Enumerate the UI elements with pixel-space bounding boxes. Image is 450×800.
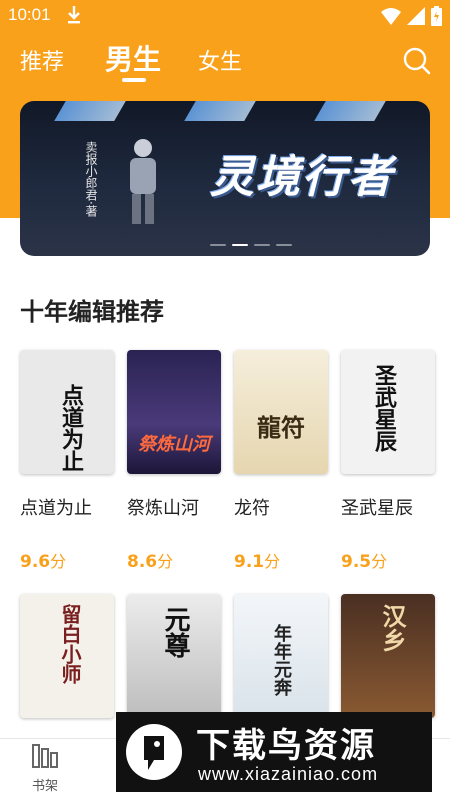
book-cover: 年年元奔 (234, 594, 328, 718)
watermark-url: www.xiazainiao.com (198, 764, 379, 784)
banner-author: 卖报小郎君·著 (84, 141, 98, 217)
book-name: 圣武星辰 (341, 498, 413, 519)
book-rating: 9.6分 (20, 548, 114, 572)
cover-title: 元尊 (160, 606, 190, 658)
book-cover: 祭炼山河 (127, 350, 221, 474)
pagination-dot (276, 244, 292, 246)
book-name: 祭炼山河 (127, 498, 199, 519)
cover-title: 年年元奔 (271, 624, 292, 696)
watermark-title: 下载鸟资源 (196, 726, 376, 766)
banner-carousel[interactable]: 卖报小郎君·著 灵境行者 (20, 101, 430, 256)
banner-light (184, 101, 256, 121)
book-cover: 点道为止 (20, 350, 114, 474)
cover-title: 圣武星辰 (371, 364, 396, 452)
pagination-dot (210, 244, 226, 246)
cover-title: 龍符 (257, 414, 305, 442)
cover-title: 点道为止 (58, 384, 83, 472)
book-name: 龙符 (234, 498, 270, 519)
book-item[interactable]: 汉乡 (341, 594, 435, 718)
rating-unit: 分 (371, 552, 388, 571)
rating-value: 8.6 (127, 552, 158, 572)
cover-title: 祭炼山河 (138, 434, 210, 455)
banner-pagination (210, 244, 292, 246)
rating-unit: 分 (50, 552, 67, 571)
search-icon[interactable] (402, 46, 432, 76)
section-title: 十年编辑推荐 (20, 298, 164, 326)
book-cover: 圣武星辰 (341, 350, 435, 474)
book-cover: 汉乡 (341, 594, 435, 718)
cover-title: 留白小师 (58, 604, 82, 684)
cover-title: 汉乡 (378, 604, 406, 652)
watermark-overlay: 下载鸟资源 www.xiazainiao.com (116, 712, 432, 792)
book-cover: 元尊 (127, 594, 221, 718)
rating-value: 9.6 (20, 552, 51, 572)
active-tab-indicator (122, 78, 146, 82)
tab-recommend[interactable]: 推荐 (20, 44, 64, 76)
download-icon (68, 6, 80, 24)
banner-title: 灵境行者 (210, 152, 394, 203)
book-cover: 留白小师 (20, 594, 114, 718)
book-rating: 9.1分 (234, 548, 328, 572)
pagination-dot-active (232, 244, 248, 246)
book-item[interactable]: 点道为止 点道为止 9.6分 (20, 350, 114, 572)
book-cover: 龍符 (234, 350, 328, 474)
book-item[interactable]: 年年元奔 (234, 594, 328, 718)
rating-value: 9.5 (341, 552, 372, 572)
signal-icon (407, 7, 425, 25)
book-item[interactable]: 元尊 (127, 594, 221, 718)
tab-female[interactable]: 女生 (198, 44, 242, 76)
book-rating: 9.5分 (341, 548, 435, 572)
book-item[interactable]: 祭炼山河 祭炼山河 8.6分 (127, 350, 221, 572)
book-item[interactable]: 留白小师 (20, 594, 114, 718)
battery-icon (431, 6, 442, 26)
book-rating: 8.6分 (127, 548, 221, 572)
watermark-logo-icon (126, 724, 182, 780)
banner-figure-image (130, 139, 156, 224)
tab-bookshelf[interactable]: 书架 (15, 743, 75, 794)
status-time: 10:01 (8, 5, 51, 24)
rating-unit: 分 (157, 552, 174, 571)
tab-male[interactable]: 男生 (105, 38, 161, 78)
pagination-dot (254, 244, 270, 246)
banner-light (54, 101, 126, 121)
rating-unit: 分 (264, 552, 281, 571)
bookshelf-icon (32, 744, 58, 768)
book-name: 点道为止 (20, 498, 92, 519)
banner-light (314, 101, 386, 121)
status-bar: 10:01 (0, 0, 450, 32)
book-item[interactable]: 龍符 龙符 9.1分 (234, 350, 328, 572)
book-item[interactable]: 圣武星辰 圣武星辰 9.5分 (341, 350, 435, 572)
rating-value: 9.1 (234, 552, 265, 572)
wifi-icon (381, 8, 401, 25)
tab-bookshelf-label: 书架 (31, 779, 58, 794)
